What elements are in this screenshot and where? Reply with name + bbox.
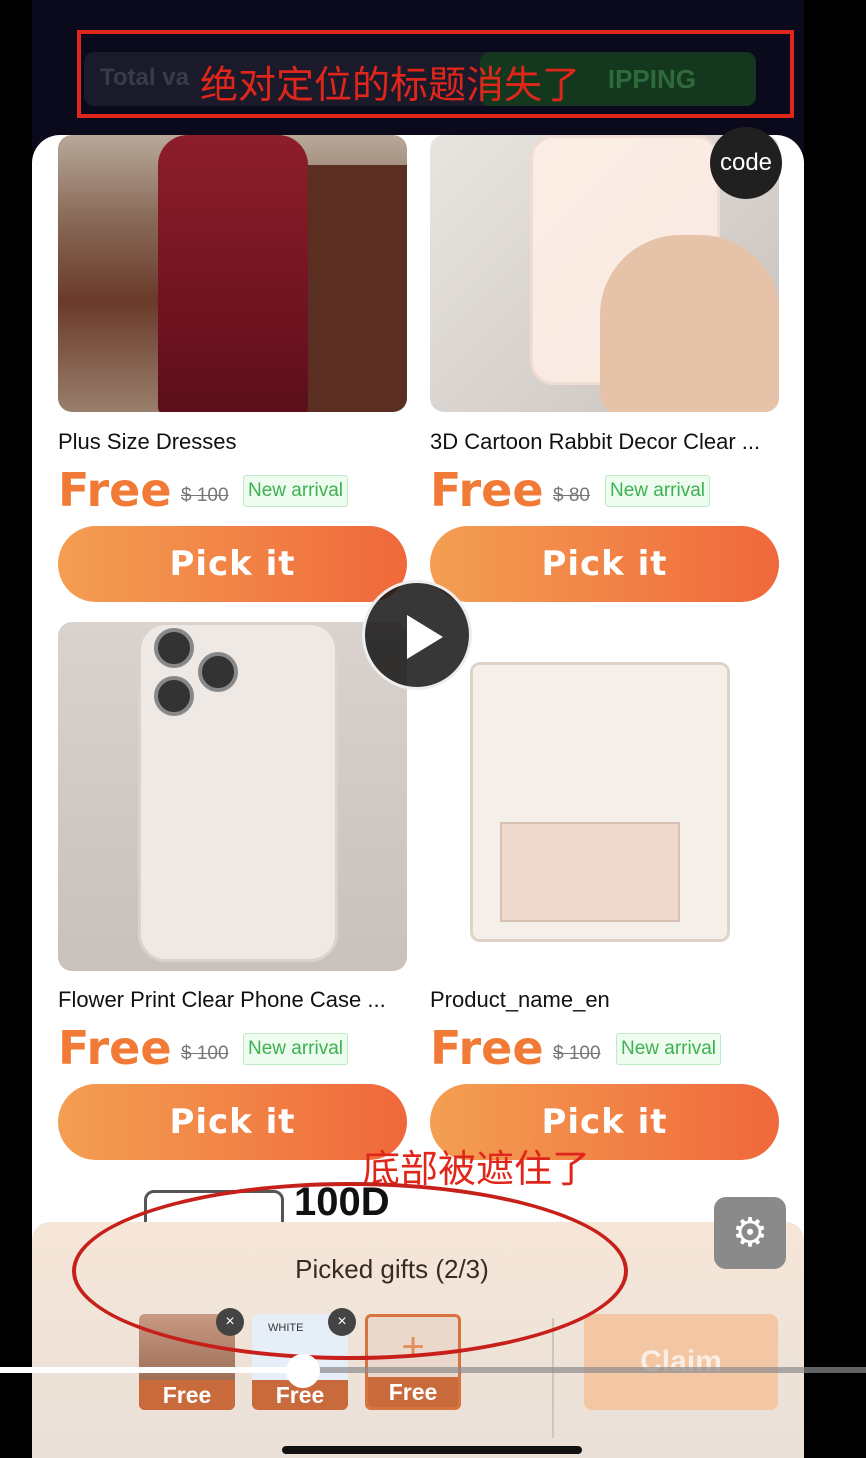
camera-lens — [198, 652, 238, 692]
new-arrival-tag: New arrival — [605, 475, 711, 507]
new-arrival-tag: New arrival — [616, 1033, 722, 1065]
price-free: Free — [430, 1021, 544, 1075]
home-indicator — [282, 1446, 582, 1454]
footer-divider — [552, 1318, 554, 1438]
screen: Total va IPPING 绝对定位的标题消失了 Plus Size Dre… — [0, 0, 866, 1458]
pick-it-button[interactable]: Pick it — [58, 526, 407, 602]
phone-case-shape — [138, 622, 338, 962]
annotation-title-note: 绝对定位的标题消失了 — [200, 63, 581, 107]
new-arrival-tag: New arrival — [243, 475, 349, 507]
product-name[interactable]: 3D Cartoon Rabbit Decor Clear ... — [430, 429, 779, 455]
product-name[interactable]: Flower Print Clear Phone Case ... — [58, 987, 407, 1013]
dress-shape — [158, 135, 308, 412]
original-price: $ 100 — [181, 485, 229, 506]
video-progress-knob[interactable] — [286, 1354, 320, 1388]
original-price: $ 100 — [553, 1043, 601, 1064]
code-badge[interactable]: code — [710, 127, 782, 199]
product-image-storage-drawer[interactable] — [430, 622, 779, 971]
original-price: $ 100 — [181, 1043, 229, 1064]
pick-it-button[interactable]: Pick it — [430, 526, 779, 602]
new-arrival-tag: New arrival — [243, 1033, 349, 1065]
camera-lens — [154, 676, 194, 716]
product-image-dress[interactable] — [58, 135, 407, 412]
price-free: Free — [58, 1021, 172, 1075]
video-progress-fill — [0, 1367, 303, 1373]
product-image-flower-case[interactable] — [58, 622, 407, 971]
price-free: Free — [58, 463, 172, 517]
claim-button[interactable]: Claim — [584, 1314, 778, 1410]
product-name[interactable]: Product_name_en — [430, 987, 779, 1013]
original-price: $ 80 — [553, 485, 590, 506]
drawer-shape — [500, 822, 680, 922]
price-free: Free — [430, 463, 544, 517]
annotation-ellipse-bottom — [72, 1182, 628, 1360]
play-icon[interactable] — [362, 580, 472, 690]
thumb-free-label: Free — [368, 1377, 458, 1407]
hand-shape — [600, 235, 779, 412]
product-name[interactable]: Plus Size Dresses — [58, 429, 407, 455]
camera-lens — [154, 628, 194, 668]
thumb-free-label: Free — [139, 1380, 235, 1410]
pick-it-button[interactable]: Pick it — [58, 1084, 407, 1160]
settings-gear-icon[interactable]: ⚙ — [714, 1197, 786, 1269]
